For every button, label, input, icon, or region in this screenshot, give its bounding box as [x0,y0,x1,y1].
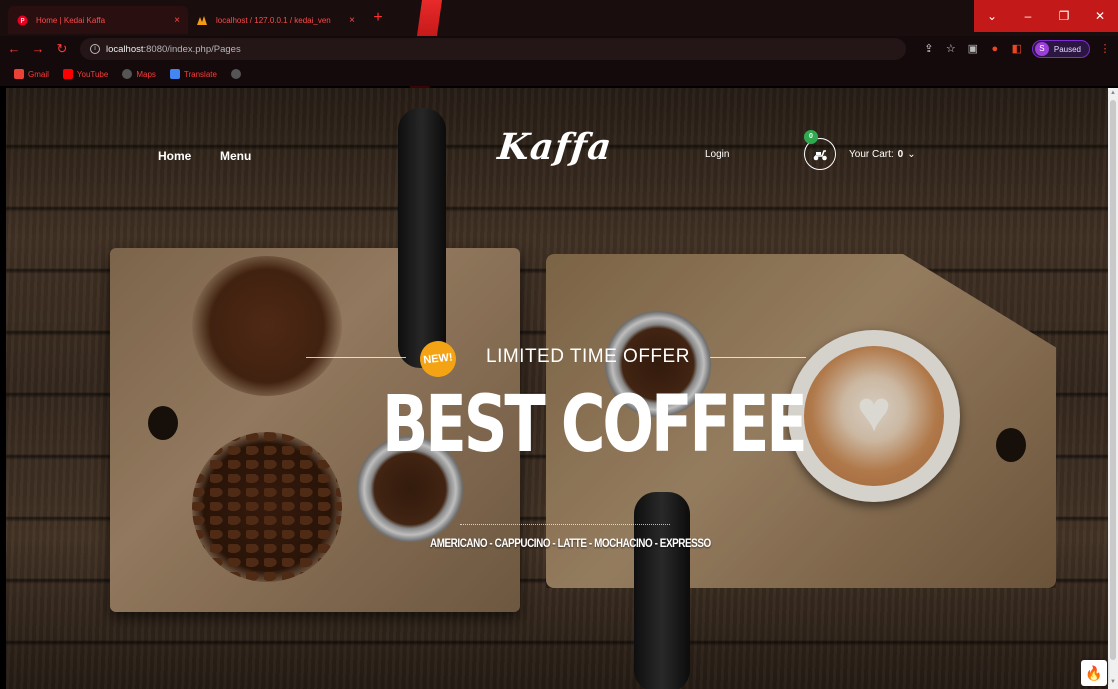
browser-tab-bar: P Home | Kedai Kaffa × localhost / 127.0… [0,0,1118,100]
youtube-icon [62,69,73,79]
tab-phpmyadmin[interactable]: localhost / 127.0.0.1 / kedai_ven × [188,6,363,34]
login-link[interactable]: Login [705,149,729,160]
close-window-icon[interactable]: ✕ [1082,0,1118,32]
toolbar-actions: ⇪ ☆ ▣ ● ◧ S Paused ⋮ [922,39,1112,59]
site-info-icon[interactable]: i [90,44,100,54]
scooter-icon [813,150,827,161]
window-controls: ⌄ – ❐ ✕ [974,0,1118,32]
extensions-puzzle-icon[interactable]: ◧ [1010,42,1024,56]
bookmark-star-icon[interactable]: ☆ [944,42,958,56]
bookmark-youtube[interactable]: YouTube [62,69,108,79]
new-tab-button[interactable]: + [370,10,386,26]
phpmyadmin-icon [196,14,208,26]
tab-title: localhost / 127.0.0.1 / kedai_ven [216,15,331,25]
subtitle-divider [460,524,670,525]
divider-line [306,357,406,358]
divider-line [710,357,806,358]
translate-icon [169,69,180,79]
page-viewport: ♥ Home Menu Kaffa Login 0 Your Cart: 0 ⌄… [6,88,1108,689]
profile-button[interactable]: S Paused [1031,40,1090,58]
url-text: localhost:8080/index.php/Pages [106,43,241,55]
share-icon[interactable]: ⇪ [922,42,936,56]
pinterest-icon: P [16,14,28,26]
extension-icon[interactable]: ▣ [966,42,980,56]
tab-title: Home | Kedai Kaffa [36,15,106,25]
new-badge: NEW! [418,339,458,379]
nav-menu-link[interactable]: Menu [220,149,251,163]
gmail-icon [14,69,24,79]
cart-count-badge: 0 [804,130,818,144]
hero-subtitle: AMERICANO - CAPPUCINO - LATTE - MOCHACIN… [430,538,711,550]
avatar: S [1034,42,1049,56]
bookmark-translate[interactable]: Translate [169,69,217,79]
extension-red-icon[interactable]: ● [988,42,1002,56]
tab-search-icon[interactable]: ⌄ [974,0,1010,32]
menu-kebab-icon[interactable]: ⋮ [1098,42,1112,56]
page-scrollbar[interactable]: ▲ ▼ [1108,88,1118,689]
globe-icon [230,69,241,79]
scroll-down-icon[interactable]: ▼ [1108,679,1118,687]
close-tab-icon[interactable]: × [349,15,355,26]
bookmarks-bar: Gmail YouTube Maps Translate [0,62,1118,86]
address-bar[interactable]: i localhost:8080/index.php/Pages [80,38,906,60]
scroll-up-icon[interactable]: ▲ [1108,90,1118,98]
hero-title: BEST COFFEE [382,380,808,470]
bookmark-globe[interactable] [230,69,241,79]
globe-icon [122,69,133,79]
cart-summary[interactable]: Your Cart: 0 ⌄ [849,149,916,160]
forward-icon[interactable]: → [28,39,48,59]
profile-status: Paused [1053,44,1081,54]
close-tab-icon[interactable]: × [174,15,180,26]
reload-icon[interactable]: ↻ [52,39,72,59]
minimize-icon[interactable]: – [1010,0,1046,32]
back-icon[interactable]: ← [4,39,24,59]
svg-text:P: P [20,17,24,25]
site-header: Home Menu Kaffa Login 0 Your Cart: 0 ⌄ [6,88,1108,218]
browser-toolbar: ← → ↻ i localhost:8080/index.php/Pages ⇪… [0,36,1118,62]
chevron-down-icon[interactable]: ⌄ [907,149,915,160]
flame-icon[interactable]: 🔥 [1081,660,1107,686]
tab-home-kedai-kaffa[interactable]: P Home | Kedai Kaffa × [8,6,188,34]
cart-label-text: Your Cart: [849,149,894,160]
offer-row: NEW! LIMITED TIME OFFER [306,339,806,379]
bookmark-maps[interactable]: Maps [122,69,156,79]
site-logo[interactable]: Kaffa [496,126,614,168]
cart-count: 0 [897,149,904,160]
bookmark-gmail[interactable]: Gmail [14,69,49,79]
nav-home-link[interactable]: Home [158,149,191,163]
scroll-thumb[interactable] [1110,100,1116,660]
restore-icon[interactable]: ❐ [1046,0,1082,32]
offer-text: LIMITED TIME OFFER [486,346,690,367]
